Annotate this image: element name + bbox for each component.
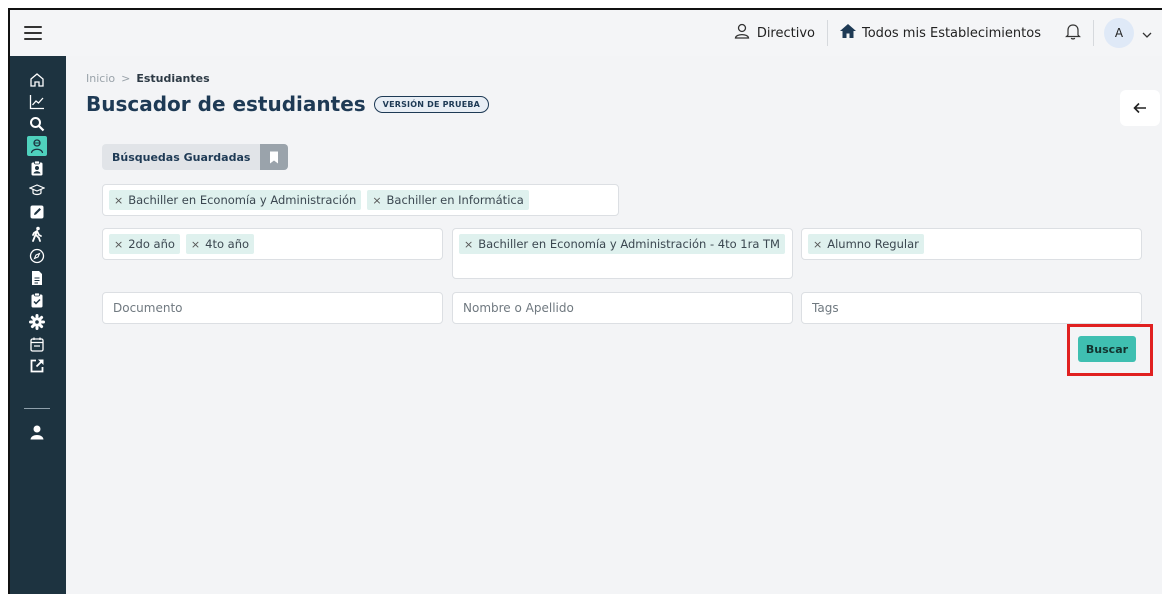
role-label: Directivo (756, 25, 815, 41)
user-icon[interactable] (27, 422, 47, 442)
user-outline-icon (733, 22, 751, 44)
saved-searches-button[interactable]: Búsquedas Guardadas (102, 144, 289, 170)
bookmark-icon (260, 144, 289, 170)
chart-icon[interactable] (27, 92, 47, 112)
saved-searches-label: Búsquedas Guardadas (112, 150, 251, 164)
students-icon[interactable] (27, 136, 47, 156)
home-icon[interactable] (27, 70, 47, 90)
career-filter[interactable]: × Bachiller en Economía y Administración … (102, 184, 619, 216)
breadcrumb: Inicio > Estudiantes (86, 72, 210, 85)
edit-icon[interactable] (27, 202, 47, 222)
course-chip[interactable]: × Bachiller en Economía y Administración … (459, 234, 785, 254)
avatar: A (1104, 18, 1134, 48)
breadcrumb-home-link[interactable]: Inicio (86, 72, 115, 85)
user-menu[interactable]: A (1094, 18, 1162, 48)
clipboard-check-icon[interactable] (27, 290, 47, 310)
back-button[interactable] (1120, 90, 1160, 126)
establishment-label: Todos mis Establecimientos (862, 25, 1041, 41)
graduation-cap-icon[interactable] (27, 180, 47, 200)
walking-icon[interactable] (27, 224, 47, 244)
clipboard-user-icon[interactable] (27, 158, 47, 178)
year-filter[interactable]: × 2do año × 4to año (102, 228, 443, 260)
document-icon[interactable] (27, 268, 47, 288)
tags-field[interactable] (801, 292, 1142, 324)
year-chip[interactable]: × 2do año (109, 234, 180, 254)
main-content: Inicio > Estudiantes Buscador de estudia… (82, 56, 1162, 594)
search-icon[interactable] (27, 114, 47, 134)
gear-icon[interactable] (27, 312, 47, 332)
arrow-left-icon (1133, 99, 1147, 118)
year-chip[interactable]: × 4to año (185, 234, 255, 254)
breadcrumb-separator: > (121, 72, 131, 85)
page-title: Buscador de estudiantes (86, 92, 366, 116)
search-button[interactable]: Buscar (1078, 336, 1136, 362)
app-frame: Directivo Todos mis Establecimientos A I… (8, 8, 1162, 594)
chip-remove-icon[interactable]: × (114, 194, 123, 207)
chip-remove-icon[interactable]: × (372, 194, 381, 207)
career-chip[interactable]: × Bachiller en Informática (367, 190, 529, 210)
status-filter[interactable]: × Alumno Regular (801, 228, 1142, 260)
chip-remove-icon[interactable]: × (813, 238, 822, 251)
role-selector[interactable]: Directivo (721, 20, 827, 46)
compass-icon[interactable] (27, 246, 47, 266)
establishment-selector[interactable]: Todos mis Establecimientos (828, 20, 1053, 46)
notifications-button[interactable] (1053, 20, 1093, 46)
name-field[interactable] (452, 292, 793, 324)
trial-badge: VERSIÓN DE PRUEBA (373, 95, 490, 113)
external-link-icon[interactable] (27, 356, 47, 376)
calendar-icon[interactable] (27, 334, 47, 354)
chip-remove-icon[interactable]: × (114, 238, 123, 251)
top-bar-right: Directivo Todos mis Establecimientos A (721, 10, 1162, 56)
hamburger-menu-icon[interactable] (22, 22, 44, 44)
top-bar: Directivo Todos mis Establecimientos A (10, 10, 1162, 56)
bell-icon (1065, 23, 1081, 44)
document-input[interactable] (109, 298, 436, 318)
page-header: Buscador de estudiantes VERSIÓN DE PRUEB… (86, 92, 490, 116)
name-input[interactable] (459, 298, 786, 318)
home-solid-icon (840, 24, 856, 42)
sidebar-divider (24, 408, 50, 409)
status-chip[interactable]: × Alumno Regular (808, 234, 924, 254)
tags-input[interactable] (808, 298, 1135, 318)
breadcrumb-current: Estudiantes (136, 72, 210, 85)
document-field[interactable] (102, 292, 443, 324)
course-filter[interactable]: × Bachiller en Economía y Administración … (452, 228, 793, 279)
career-chip[interactable]: × Bachiller en Economía y Administración (109, 190, 362, 210)
chip-remove-icon[interactable]: × (191, 238, 200, 251)
chip-remove-icon[interactable]: × (464, 238, 473, 251)
chevron-down-icon (1142, 24, 1152, 43)
sidebar (10, 56, 66, 594)
